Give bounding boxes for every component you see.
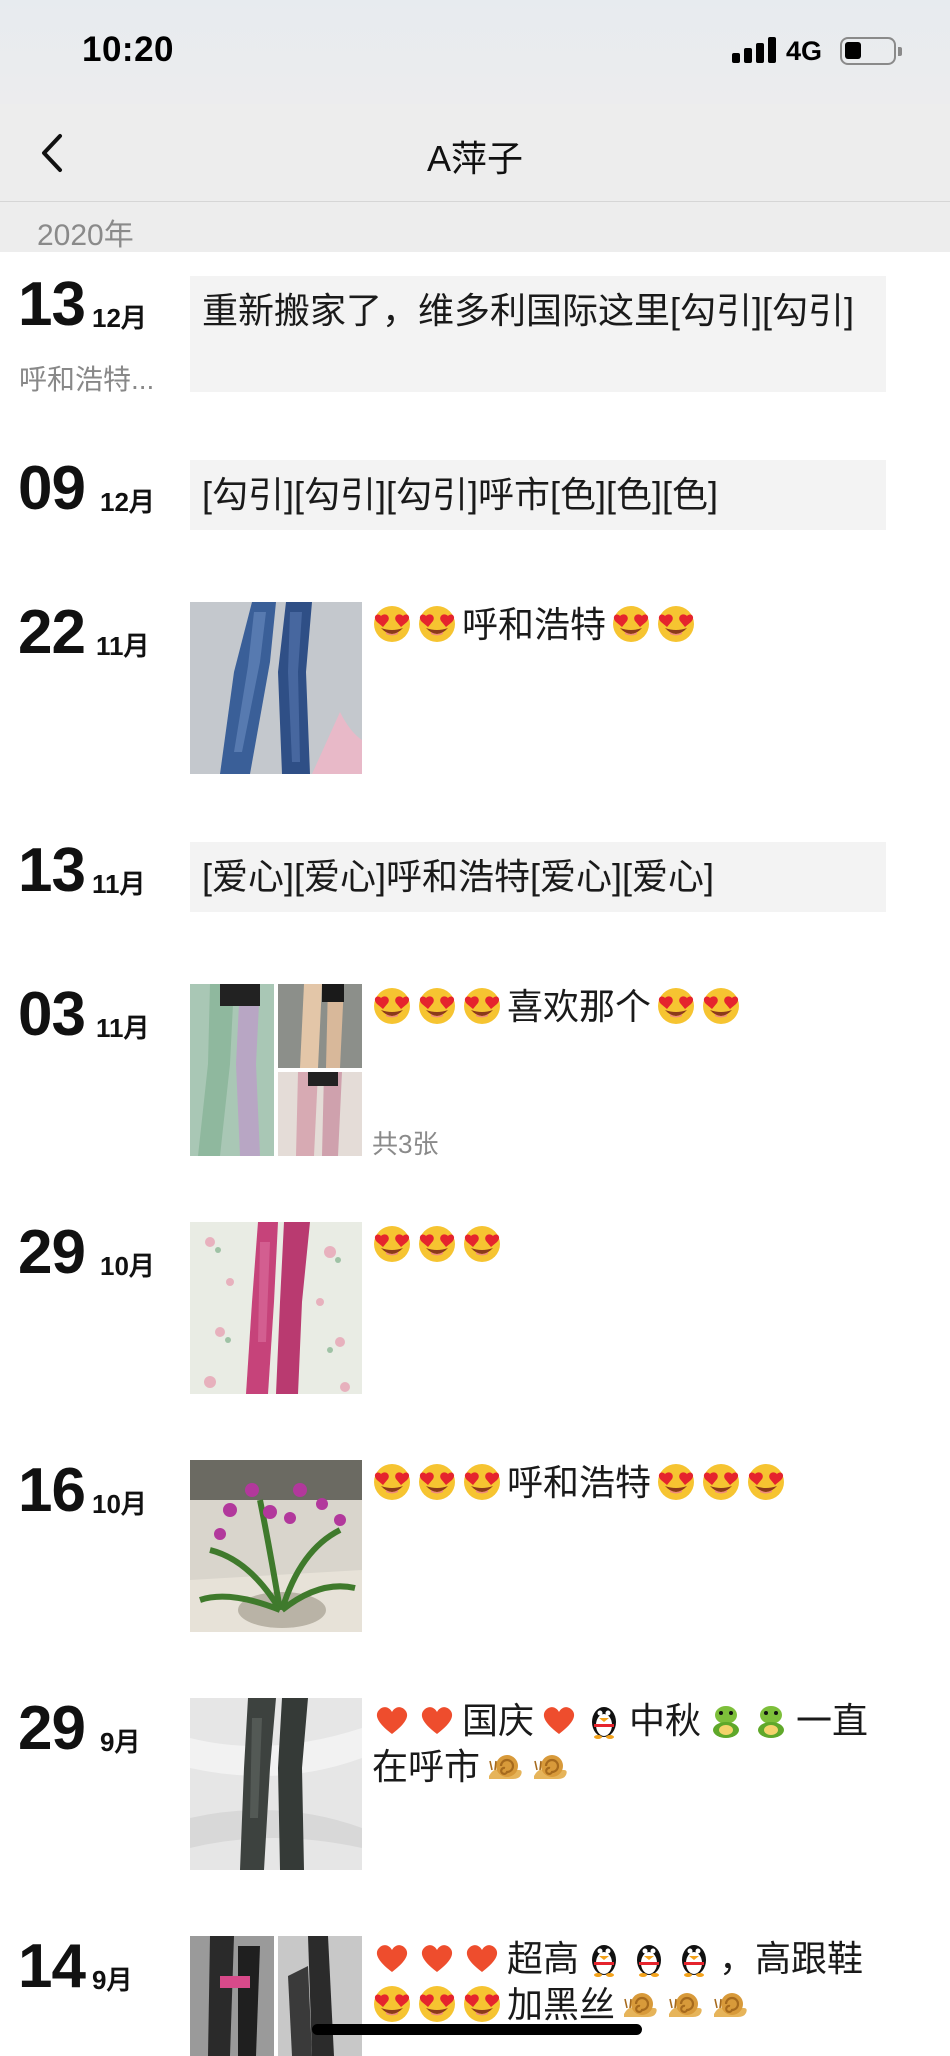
post-month: 10月	[100, 1251, 155, 1281]
heart-eyes-emoji	[464, 1226, 500, 1262]
snail-emoji	[667, 1991, 703, 2019]
penguin-emoji	[592, 1707, 617, 1739]
black-heels-photo	[278, 1936, 362, 2056]
post-caption: 国庆 中秋 一直在呼市	[372, 1698, 892, 1790]
heart-emoji	[376, 1945, 408, 1972]
pink-tights-photo[interactable]	[190, 1222, 362, 1394]
post-day: 29	[18, 1694, 86, 1763]
heart-eyes-emoji	[419, 606, 455, 642]
caption-text: 呼和浩特	[462, 604, 607, 645]
year-label: 2020年	[37, 219, 134, 252]
heart-eyes-emoji	[374, 1464, 410, 1500]
snail-emoji	[532, 1753, 568, 1781]
snail-emoji	[622, 1991, 658, 2019]
caption-text: 一直	[796, 1700, 869, 1741]
post-day: 22	[18, 598, 86, 667]
caption-text: ，高跟鞋	[719, 1938, 864, 1979]
post-caption: 呼和浩特	[372, 1460, 892, 1506]
heart-emoji	[376, 1707, 408, 1734]
frog-emoji	[758, 1706, 785, 1738]
post-caption	[372, 1222, 892, 1268]
pink-tights-photo	[278, 1072, 362, 1156]
post-month: 9月	[100, 1727, 141, 1757]
post-month: 10月	[92, 1489, 147, 1519]
photo-count: 共3张	[372, 1129, 439, 1159]
post-month: 12月	[92, 303, 147, 333]
heart-eyes-emoji	[703, 1464, 740, 1500]
heart-emoji	[421, 1707, 453, 1734]
heart-eyes-emoji	[374, 1226, 410, 1262]
post-day: 13	[18, 836, 86, 905]
status-time: 10:20	[82, 30, 175, 69]
post-text[interactable]: [爱心][爱心]呼和浩特[爱心][爱心]	[190, 842, 886, 912]
post-day: 09	[18, 454, 86, 523]
caption-text: 超高	[507, 1938, 580, 1979]
signal-icon	[732, 37, 776, 63]
heart-eyes-emoji	[658, 988, 695, 1024]
heart-eyes-emoji	[658, 1464, 695, 1500]
network-label: 4G	[786, 36, 823, 66]
heart-eyes-emoji	[419, 988, 455, 1024]
snail-emoji	[487, 1753, 523, 1781]
post-month: 11月	[96, 1013, 150, 1043]
post-day: 16	[18, 1456, 86, 1525]
penguin-emoji	[637, 1945, 662, 1977]
heart-emoji	[466, 1945, 498, 1972]
post-month: 9月	[92, 1965, 133, 1995]
caption-text: 呼和浩特	[507, 1462, 652, 1503]
beige-tights-photo	[278, 984, 362, 1068]
heart-eyes-emoji	[703, 988, 740, 1024]
post-month: 12月	[100, 487, 155, 517]
battery-icon	[840, 37, 902, 65]
post-day: 29	[18, 1218, 86, 1287]
snail-emoji	[712, 1991, 748, 2019]
post-caption: 喜欢那个	[372, 984, 892, 1030]
heart-eyes-emoji	[613, 606, 650, 642]
caption-text: 在呼市	[372, 1746, 481, 1787]
blue-tights-photo[interactable]	[190, 602, 362, 774]
post-month: 11月	[92, 869, 146, 899]
penguin-emoji	[592, 1945, 617, 1977]
heart-emoji	[543, 1707, 575, 1734]
heart-eyes-emoji	[658, 606, 695, 642]
heart-emoji	[421, 1945, 453, 1972]
caption-text: 喜欢那个	[507, 986, 652, 1027]
heart-eyes-emoji	[419, 1226, 455, 1262]
page-title: A萍子	[426, 138, 523, 179]
heart-eyes-emoji	[374, 988, 410, 1024]
black-tights-photo[interactable]	[190, 1698, 362, 1870]
green-tights-photo	[190, 984, 274, 1156]
post-day: 14	[18, 1932, 86, 2001]
orchid-plant-photo[interactable]	[190, 1460, 362, 1632]
black-heels-photo	[190, 1936, 274, 2056]
heart-eyes-emoji	[419, 1464, 455, 1500]
heart-eyes-emoji	[748, 1464, 785, 1500]
post-caption: 超高 ，高跟鞋加黑丝	[372, 1936, 892, 2028]
photo-grid[interactable]	[190, 1936, 362, 2056]
frog-emoji	[713, 1706, 740, 1738]
heart-eyes-emoji	[419, 1986, 455, 2022]
status-bar: 10:20 4G	[0, 0, 950, 104]
post-location: 呼和浩特...	[19, 364, 155, 395]
heart-eyes-emoji	[374, 606, 410, 642]
post-text[interactable]: [勾引][勾引][勾引]呼市[色][色][色]	[190, 460, 886, 530]
post-day: 13	[18, 270, 86, 339]
navigation-bar: A萍子	[0, 104, 950, 202]
caption-text: 加黑丝	[507, 1984, 616, 2025]
photo-grid[interactable]	[190, 984, 362, 1156]
post-caption: 呼和浩特	[372, 602, 892, 648]
heart-eyes-emoji	[374, 1986, 410, 2022]
caption-text: 国庆	[462, 1700, 535, 1741]
heart-eyes-emoji	[464, 1464, 500, 1500]
year-header: 2020年	[0, 202, 950, 252]
post-text[interactable]: 重新搬家了，维多利国际这里[勾引][勾引]	[190, 276, 886, 392]
home-indicator[interactable]	[312, 2024, 642, 2035]
heart-eyes-emoji	[464, 988, 500, 1024]
post-day: 03	[18, 980, 86, 1049]
post-month: 11月	[96, 631, 150, 661]
heart-eyes-emoji	[464, 1986, 500, 2022]
caption-text: 中秋	[629, 1700, 702, 1741]
penguin-emoji	[682, 1945, 707, 1977]
